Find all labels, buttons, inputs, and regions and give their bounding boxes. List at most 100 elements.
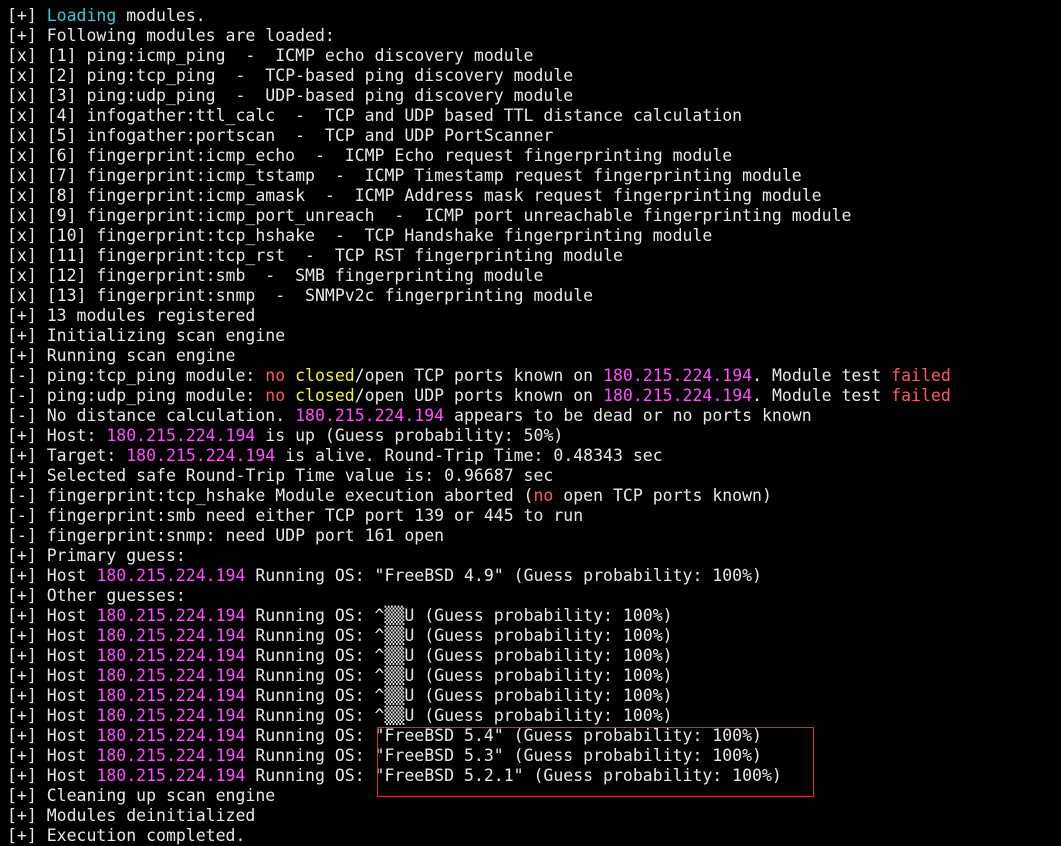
terminal-text: [+] Host [7,726,97,745]
highlighted-text: closed [295,386,355,405]
terminal-text: [x] [11] fingerprint:tcp_rst - TCP RST f… [7,246,623,265]
terminal-text: [+] Host [7,686,97,705]
terminal-text: is up (Guess probability: 50%) [255,426,564,445]
terminal-text: /open UDP ports known on [354,386,604,405]
terminal-line: [x] [3] ping:udp_ping - UDP-based ping d… [7,86,1061,106]
terminal-text: [+] Running scan engine [7,346,236,365]
terminal-line: [+] Modules deinitialized [7,806,1061,826]
terminal-text: [x] [1] ping:icmp_ping - ICMP echo disco… [7,46,534,65]
terminal-text: [x] [10] fingerprint:tcp_hshake - TCP Ha… [7,226,713,245]
terminal-text: [x] [6] fingerprint:icmp_echo - ICMP Ech… [7,146,733,165]
terminal-line: [-] fingerprint:smb need either TCP port… [7,506,1061,526]
highlighted-text: 180.215.224.194 [96,666,246,685]
terminal-text: [+] Modules deinitialized [7,806,256,825]
terminal-line: [+] Host 180.215.224.194 Running OS: ^▒▒… [7,646,1061,666]
highlighted-text: 180.215.224.194 [96,626,246,645]
terminal-text: [+] Host: [7,426,107,445]
terminal-line: [+] Host 180.215.224.194 Running OS: "Fr… [7,566,1061,586]
terminal-line: [+] 13 modules registered [7,306,1061,326]
terminal-text: [+] Following modules are loaded: [7,26,335,45]
terminal-line: [+] Host: 180.215.224.194 is up (Guess p… [7,426,1061,446]
highlighted-text: 180.215.224.194 [96,726,246,745]
terminal-text: [-] fingerprint:smb need either TCP port… [7,506,584,525]
terminal-text: [-] ping:tcp_ping module: [7,366,266,385]
terminal-text: [-] ping:udp_ping module: [7,386,266,405]
terminal-line: [x] [11] fingerprint:tcp_rst - TCP RST f… [7,246,1061,266]
terminal-text: [x] [9] fingerprint:icmp_port_unreach - … [7,206,852,225]
highlighted-text: no [533,486,554,505]
terminal-line: [+] Host 180.215.224.194 Running OS: ^▒▒… [7,626,1061,646]
terminal-text: [+] 13 modules registered [7,306,256,325]
terminal-line: [+] Host 180.215.224.194 Running OS: "Fr… [7,766,1061,786]
terminal-line: [+] Execution completed. [7,826,1061,846]
highlighted-text: 180.215.224.194 [96,746,246,765]
terminal-text: Running OS: "FreeBSD 5.2.1" (Guess proba… [245,766,782,785]
terminal-text: appears to be dead or no ports known [444,406,812,425]
terminal-line: [x] [1] ping:icmp_ping - ICMP echo disco… [7,46,1061,66]
terminal-line: [x] [12] fingerprint:smb - SMB fingerpri… [7,266,1061,286]
highlighted-text: 180.215.224.194 [96,766,246,785]
highlighted-text: no [265,366,286,385]
terminal-text: [+] Target: [7,446,127,465]
terminal-text: [x] [5] infogather:portscan - TCP and UD… [7,126,554,145]
terminal-line: [+] Other guesses: [7,586,1061,606]
terminal-line: [-] ping:udp_ping module: no closed/open… [7,386,1061,406]
highlighted-text: 180.215.224.194 [126,446,276,465]
terminal-line: [+] Host 180.215.224.194 Running OS: ^▒▒… [7,686,1061,706]
terminal-text: Running OS: ^▒▒U (Guess probability: 100… [245,626,673,645]
highlighted-text: Loading [46,6,117,25]
terminal-line: [+] Host 180.215.224.194 Running OS: ^▒▒… [7,606,1061,626]
terminal-text: is alive. Round-Trip Time: 0.48343 sec [275,446,663,465]
terminal-text: Running OS: ^▒▒U (Guess probability: 100… [245,686,673,705]
terminal-text: [+] Cleaning up scan engine [7,786,276,805]
terminal-line: [x] [13] fingerprint:snmp - SNMPv2c fing… [7,286,1061,306]
terminal-line: [x] [6] fingerprint:icmp_echo - ICMP Ech… [7,146,1061,166]
terminal-text: Running OS: ^▒▒U (Guess probability: 100… [245,666,673,685]
terminal-line: [+] Initializing scan engine [7,326,1061,346]
terminal-line: [+] Selected safe Round-Trip Time value … [7,466,1061,486]
terminal-text: [-] No distance calculation. [7,406,296,425]
terminal-text: Running OS: "FreeBSD 4.9" (Guess probabi… [245,566,762,585]
terminal-line: [-] fingerprint:snmp: need UDP port 161 … [7,526,1061,546]
terminal-text: /open TCP ports known on [354,366,604,385]
terminal-text: [+] Host [7,706,97,725]
highlighted-text: 180.215.224.194 [96,606,246,625]
highlighted-text: 180.215.224.194 [295,406,445,425]
highlighted-text: 180.215.224.194 [96,686,246,705]
terminal-output: [+] Loading modules. [+] Following module… [7,6,1061,846]
terminal-line: [+] Host 180.215.224.194 Running OS: "Fr… [7,746,1061,766]
terminal-text: [+] Selected safe Round-Trip Time value … [7,466,554,485]
terminal-text: [+] Host [7,646,97,665]
highlighted-text: failed [891,386,951,405]
terminal-text: [x] [12] fingerprint:smb - SMB fingerpri… [7,266,544,285]
terminal-line: [-] fingerprint:tcp_hshake Module execut… [7,486,1061,506]
terminal-line: [x] [4] infogather:ttl_calc - TCP and UD… [7,106,1061,126]
terminal-line: [x] [7] fingerprint:icmp_tstamp - ICMP T… [7,166,1061,186]
terminal-line: [-] ping:tcp_ping module: no closed/open… [7,366,1061,386]
terminal-text: [x] [7] fingerprint:icmp_tstamp - ICMP T… [7,166,802,185]
terminal-text: [+] Other guesses: [7,586,186,605]
highlighted-text: closed [295,366,355,385]
terminal-text: [+] Primary guess: [7,546,186,565]
terminal-text: [+] [7,6,47,25]
terminal-text: [+] Host [7,766,97,785]
terminal-text: [-] fingerprint:snmp: need UDP port 161 … [7,526,445,545]
terminal-line: [+] Host 180.215.224.194 Running OS: ^▒▒… [7,706,1061,726]
terminal-text: [+] Host [7,606,97,625]
terminal-text: [x] [3] ping:udp_ping - UDP-based ping d… [7,86,574,105]
terminal-text: [x] [4] infogather:ttl_calc - TCP and UD… [7,106,743,125]
terminal-text: . Module test [752,366,892,385]
highlighted-text: failed [891,366,951,385]
terminal-text: [+] Host [7,626,97,645]
terminal-text: modules. [116,6,206,25]
terminal-line: [+] Running scan engine [7,346,1061,366]
terminal-line: [-] No distance calculation. 180.215.224… [7,406,1061,426]
terminal-text: open TCP ports known) [553,486,772,505]
terminal-text: [+] Host [7,566,97,585]
terminal-line: [+] Loading modules. [7,6,1061,26]
terminal-text: Running OS: ^▒▒U (Guess probability: 100… [245,706,673,725]
terminal-line: [+] Cleaning up scan engine [7,786,1061,806]
highlighted-text: no [265,386,286,405]
terminal-line: [x] [8] fingerprint:icmp_amask - ICMP Ad… [7,186,1061,206]
